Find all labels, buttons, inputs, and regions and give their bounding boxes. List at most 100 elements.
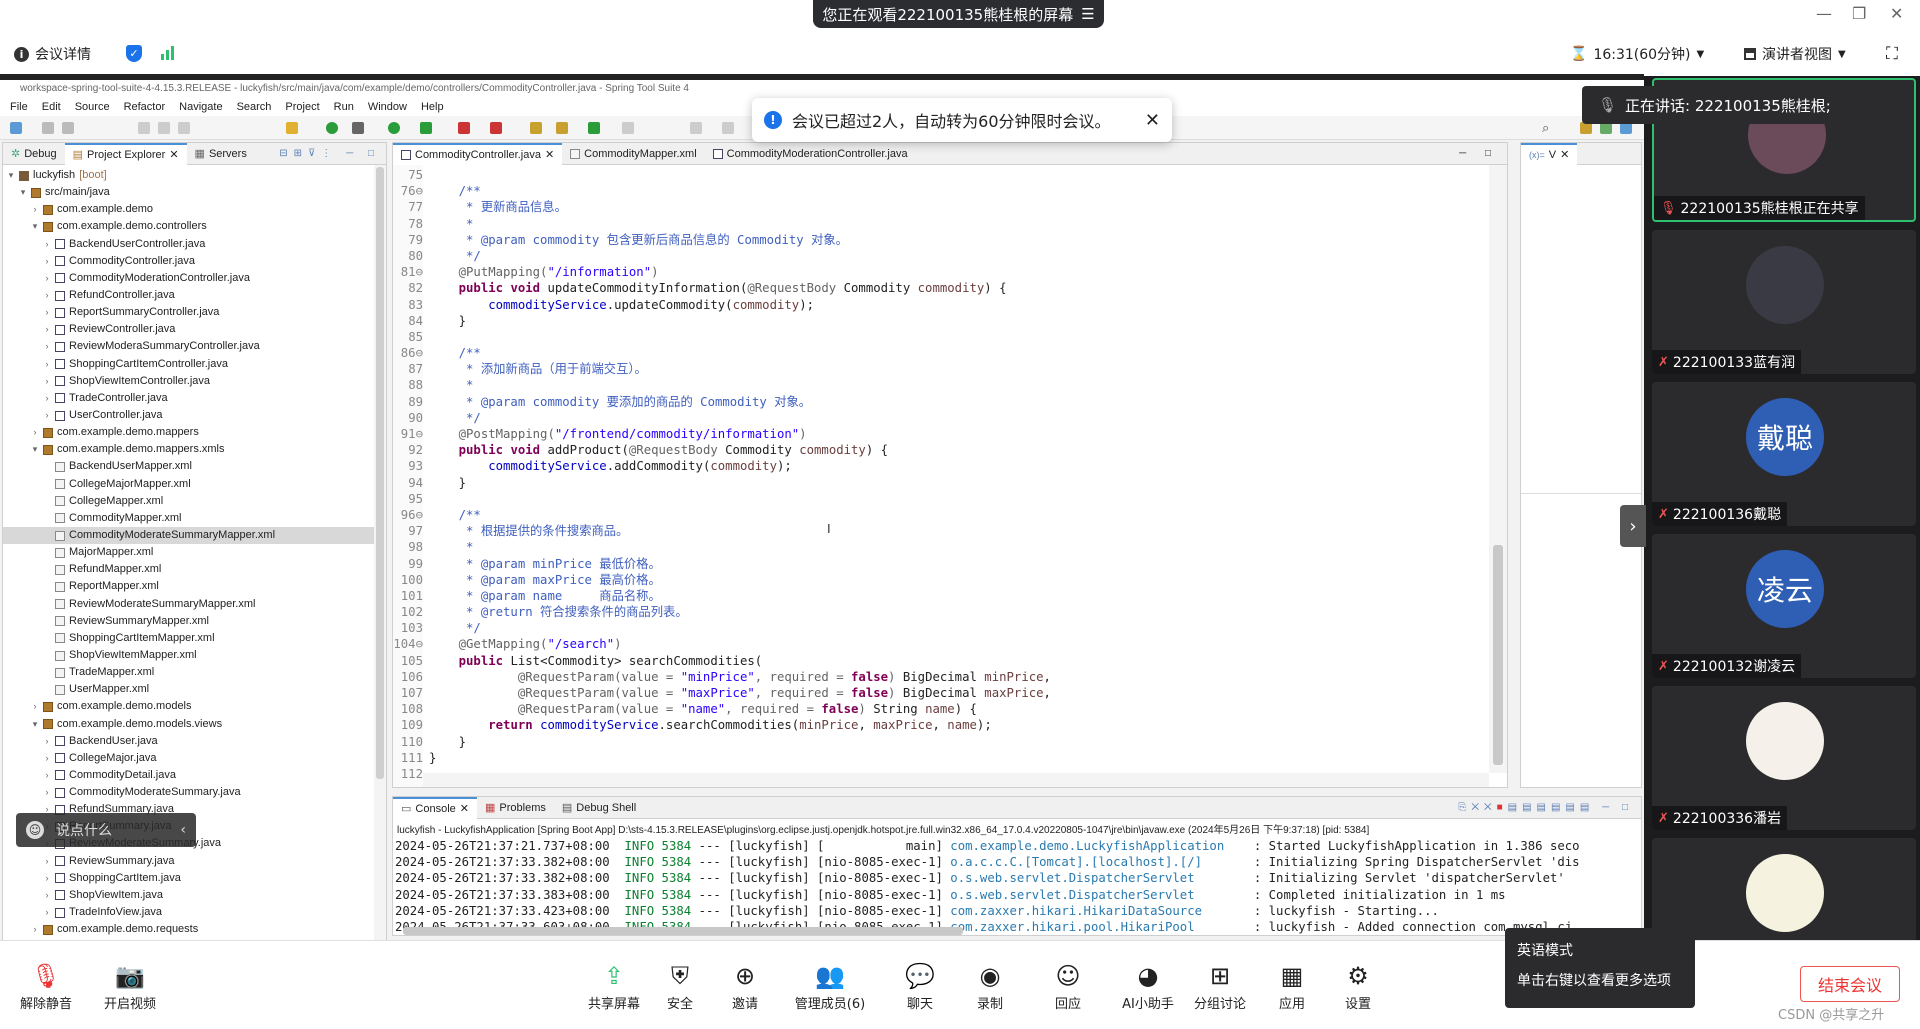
restore-icon[interactable]: ❐ (1852, 4, 1866, 23)
tree-item[interactable]: ShopViewItemMapper.xml (3, 647, 386, 664)
close-icon[interactable]: ✕ (1890, 4, 1903, 23)
menu-window[interactable]: Window (368, 101, 407, 113)
log-class-link[interactable]: o.a.c.c.C.[Tomcat].[localhost].[/] (950, 855, 1246, 869)
tree-item[interactable]: › RefundController.java (3, 287, 386, 304)
editor-hscrollbar[interactable] (423, 773, 1489, 787)
list-icon[interactable]: ☰ (1081, 5, 1094, 23)
collapsed-arrow-icon[interactable]: › (31, 698, 39, 715)
coverage-icon[interactable] (420, 122, 432, 134)
expanded-arrow-icon[interactable]: ▾ (19, 184, 27, 201)
quick-chat-bar[interactable]: ☺ 说点什么 ‹ (16, 813, 196, 847)
editor-scrollbar-thumb[interactable] (1493, 545, 1503, 765)
collapsed-arrow-icon[interactable]: › (43, 321, 51, 338)
collapsed-arrow-icon[interactable]: › (43, 733, 51, 750)
expanded-arrow-icon[interactable]: ▾ (31, 441, 39, 458)
tree-item[interactable]: CommodityModerateSummaryMapper.xml (3, 526, 386, 545)
menu-edit[interactable]: Edit (42, 101, 61, 113)
collapsed-arrow-icon[interactable]: › (43, 390, 51, 407)
tree-item[interactable]: › ReportSummaryController.java (3, 304, 386, 321)
collapsed-arrow-icon[interactable]: › (43, 750, 51, 767)
toolbar-button-ai-assistant[interactable]: ◕ AI小助手 (1108, 959, 1188, 1012)
tree-item[interactable]: MajorMapper.xml (3, 544, 386, 561)
nav-back-icon[interactable] (690, 122, 702, 134)
view-mode-dropdown[interactable]: 演讲者视图 ▼ (1744, 44, 1846, 64)
tab-commoditymapper[interactable]: CommodityMapper.xml (562, 143, 704, 165)
tree-scrollbar[interactable] (374, 165, 386, 941)
tree-item[interactable]: › ReviewController.java (3, 321, 386, 338)
menu-search[interactable]: Search (237, 101, 272, 113)
tree-item[interactable]: › UserController.java (3, 407, 386, 424)
participant-tile[interactable]: ✗ 222100336潘岩 (1652, 686, 1916, 830)
quick-search-icon[interactable]: ⌕ (1542, 120, 1549, 136)
open-type-icon[interactable] (530, 122, 542, 134)
collapsed-arrow-icon[interactable]: › (43, 767, 51, 784)
tree-item[interactable]: ▾ com.example.demo.mappers.xmls (3, 441, 386, 458)
tree-item[interactable]: › TradeInfoView.java (3, 904, 386, 921)
tree-item[interactable]: UserMapper.xml (3, 681, 386, 698)
tree-item[interactable]: ▾ com.example.demo.controllers (3, 218, 386, 235)
tree-item[interactable]: › ShoppingCartItemController.java (3, 356, 386, 373)
collapse-panel-button[interactable]: › (1620, 505, 1646, 547)
menu-run[interactable]: Run (334, 101, 354, 113)
tree-item[interactable]: CollegeMajorMapper.xml (3, 476, 386, 493)
tree-item[interactable]: ▾ luckyfish [boot] (3, 167, 386, 184)
tab-variables[interactable]: (x)= V ✕ (1521, 142, 1578, 165)
toast-close-icon[interactable]: ✕ (1145, 110, 1160, 131)
collapsed-arrow-icon[interactable]: › (43, 270, 51, 287)
tab-debug[interactable]: ✲ Debug (3, 143, 65, 165)
collapsed-arrow-icon[interactable]: › (43, 870, 51, 887)
editor-scrollbar[interactable] (1489, 165, 1507, 773)
tab-commoditycontroller[interactable]: CommodityController.java ✕ (393, 142, 563, 165)
toolbar-button-video-off[interactable]: 📷 开启视频 (90, 959, 170, 1012)
collapsed-arrow-icon[interactable]: › (43, 853, 51, 870)
tree-item[interactable]: › ReviewSummary.java (3, 853, 386, 870)
collapsed-arrow-icon[interactable]: › (43, 253, 51, 270)
expanded-arrow-icon[interactable]: ▾ (31, 716, 39, 733)
resume-icon[interactable] (158, 122, 170, 134)
meeting-details-button[interactable]: i 会议详情 (14, 44, 91, 64)
tree-item[interactable]: › ShoppingCartItem.java (3, 870, 386, 887)
collapsed-arrow-icon[interactable]: › (43, 356, 51, 373)
tree-item[interactable]: ReviewModerateSummaryMapper.xml (3, 596, 386, 613)
participant-tile[interactable]: ✗ 222100133蓝有润 (1652, 230, 1916, 374)
skip-icon[interactable] (138, 122, 150, 134)
collapsed-arrow-icon[interactable]: › (43, 287, 51, 304)
annotation-icon[interactable] (588, 122, 600, 134)
editor-min-max-icons[interactable]: ─ □ (1459, 148, 1507, 159)
tab-commoditymoderationcontroller[interactable]: CommodityModerationController.java (705, 143, 916, 165)
toolbar-button-breakout[interactable]: ⊞ 分组讨论 (1180, 959, 1260, 1012)
tree-item[interactable]: › CommodityModerateSummary.java (3, 784, 386, 801)
tree-item[interactable]: › BackendUserController.java (3, 236, 386, 253)
view-menu-icons[interactable]: ⊟⊞⊽⋮ ─ □ (279, 148, 386, 159)
stop-icon[interactable] (458, 122, 470, 134)
toolbar-button-gear[interactable]: ⚙ 设置 (1318, 959, 1398, 1012)
tab-problems[interactable]: ▦ Problems (477, 797, 554, 819)
run-icon[interactable] (388, 122, 400, 134)
tree-item[interactable]: ▾ com.example.demo.models.views (3, 716, 386, 733)
expanded-arrow-icon[interactable]: ▾ (7, 167, 15, 184)
open-task-icon[interactable] (556, 122, 568, 134)
collapsed-arrow-icon[interactable]: › (31, 424, 39, 441)
tab-close-icon[interactable]: ✕ (1560, 148, 1569, 161)
toolbar-button-record[interactable]: ◉ 录制 (950, 959, 1030, 1012)
tree-item[interactable]: › TradeController.java (3, 390, 386, 407)
chevron-left-icon[interactable]: ‹ (180, 822, 186, 838)
tree-item[interactable]: RefundMapper.xml (3, 561, 386, 578)
signal-icon[interactable] (161, 46, 174, 60)
tree-item[interactable]: › com.example.demo.models (3, 698, 386, 715)
tab-close-icon[interactable]: ✕ (460, 802, 469, 815)
quick-chat-input[interactable]: 说点什么 (56, 820, 112, 840)
collapsed-arrow-icon[interactable]: › (43, 887, 51, 904)
save-icon[interactable] (42, 122, 54, 134)
log-class-link[interactable]: com.example.demo.LuckyfishApplication (950, 839, 1246, 853)
log-class-link[interactable]: com.zaxxer.hikari.pool.HikariPool (950, 920, 1246, 934)
tree-item[interactable]: › CollegeMajor.java (3, 750, 386, 767)
collapsed-arrow-icon[interactable]: › (43, 338, 51, 355)
tab-close-icon[interactable]: ✕ (169, 148, 178, 161)
tree-item[interactable]: › CommodityController.java (3, 253, 386, 270)
tree-item[interactable]: › ShopViewItemController.java (3, 373, 386, 390)
participant-tile[interactable]: 凌云 ✗ 222100132谢凌云 (1652, 534, 1916, 678)
toolbar-button-chat[interactable]: 💬 聊天 (880, 959, 960, 1012)
emoji-icon[interactable]: ☺ (26, 821, 44, 839)
toolbar-button-members[interactable]: 👥 管理成员(6) (790, 959, 870, 1012)
